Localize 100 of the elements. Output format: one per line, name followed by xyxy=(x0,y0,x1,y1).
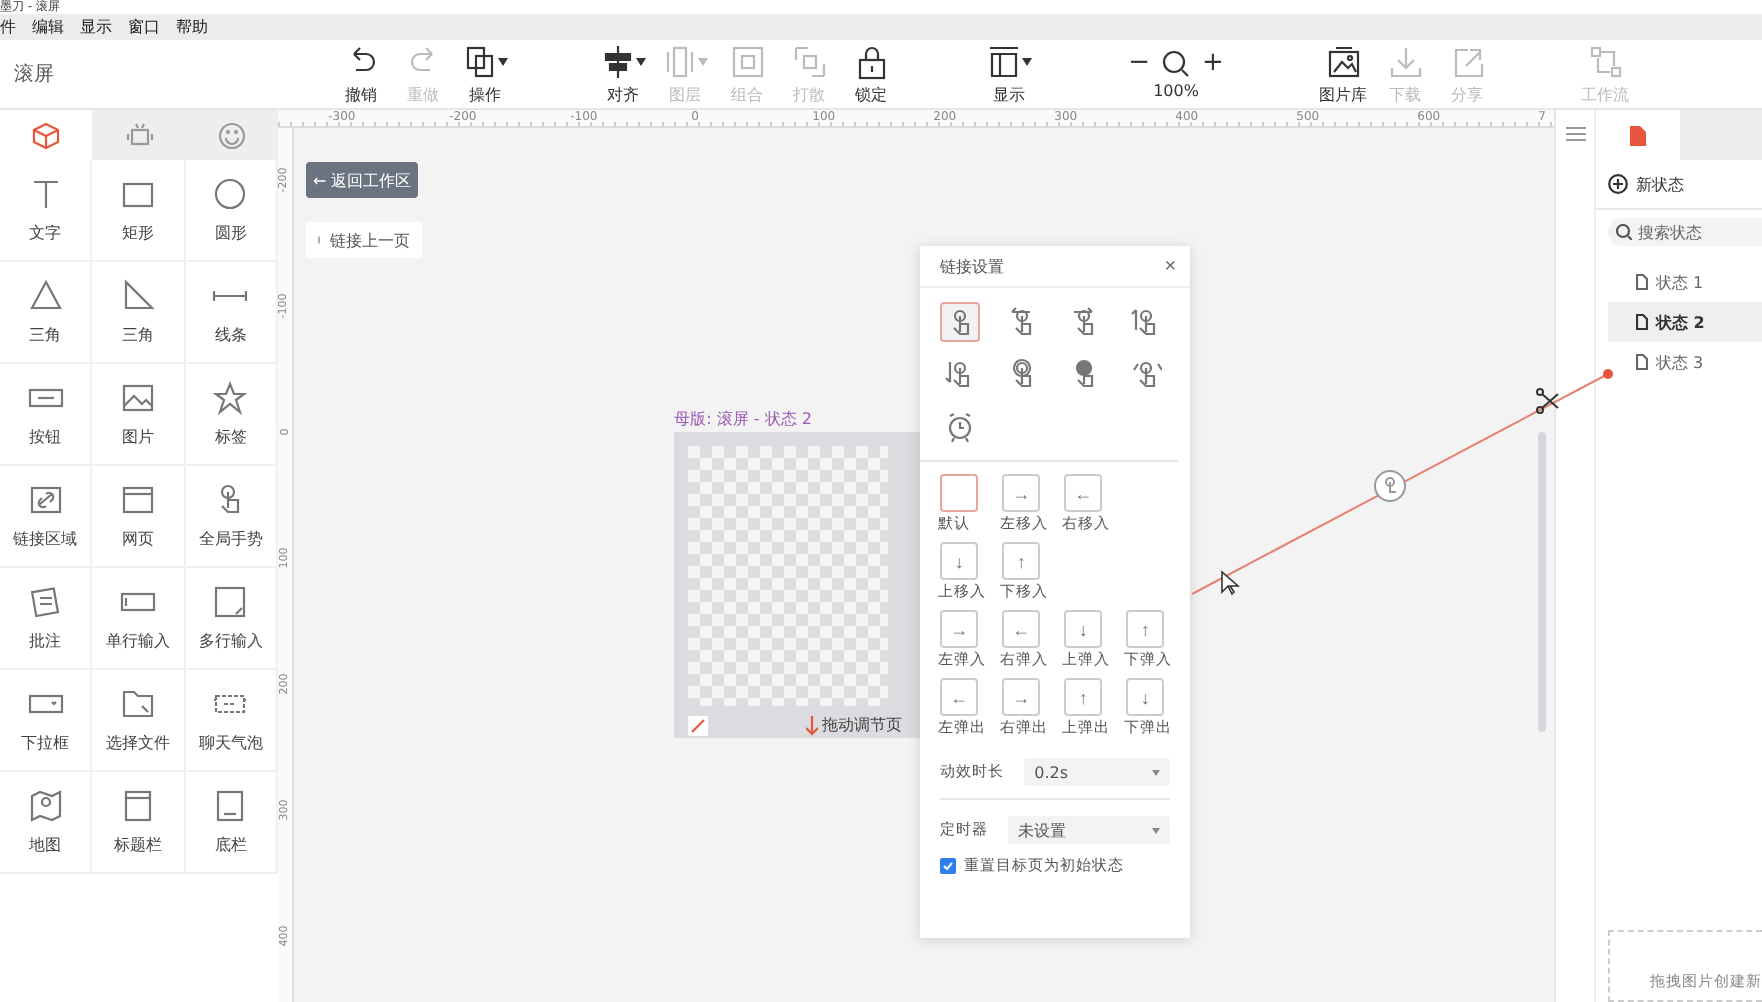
animation-option[interactable]: ← xyxy=(940,678,979,716)
document-icon xyxy=(1629,125,1646,145)
component-label[interactable]: 标签 xyxy=(214,426,247,448)
animation-option[interactable]: → xyxy=(1002,474,1041,512)
toolbar-button[interactable]: 锁定 xyxy=(840,43,902,105)
toolbar-button[interactable]: 撤销 xyxy=(330,43,392,105)
animation-option[interactable]: ↑ xyxy=(1002,542,1041,580)
search-field[interactable]: 搜索状态 xyxy=(1608,218,1762,246)
scissors-icon[interactable] xyxy=(1536,388,1559,414)
toolbar-button[interactable]: 操作 xyxy=(454,43,516,105)
component-label[interactable]: 图片 xyxy=(122,426,155,448)
component-label[interactable]: 下拉框 xyxy=(21,732,70,754)
shake-icon xyxy=(1130,358,1163,390)
master-label: 母版: 滚屏 - 状态 2 xyxy=(674,408,812,430)
sliders-icon xyxy=(1565,124,1586,144)
workflow-icon xyxy=(1587,43,1623,79)
component-label[interactable]: 选择文件 xyxy=(106,732,171,754)
align-icon xyxy=(600,43,636,79)
state-item[interactable]: 状态 1 xyxy=(1608,262,1762,302)
timer-select[interactable]: 未设置 xyxy=(1008,816,1171,844)
component-label[interactable]: 批注 xyxy=(29,630,62,652)
webpage-icon xyxy=(120,482,157,518)
page-icon xyxy=(1636,274,1648,290)
link-area-icon xyxy=(27,482,64,518)
toolbar-button[interactable]: 对齐 xyxy=(592,43,654,105)
back-to-workspace-button[interactable]: ← 返回工作区 xyxy=(306,162,419,198)
group-icon xyxy=(729,43,765,79)
checkbox[interactable] xyxy=(940,858,957,874)
component-label[interactable]: 三角 xyxy=(29,324,62,346)
copy-icon xyxy=(462,43,498,79)
caret-icon xyxy=(1152,827,1161,833)
note-icon xyxy=(27,584,64,620)
lock-icon xyxy=(853,43,889,79)
panel-tab[interactable] xyxy=(0,110,93,160)
scrollbar[interactable] xyxy=(1538,432,1547,732)
component-label[interactable]: 多行输入 xyxy=(198,630,263,652)
component-label[interactable]: 底栏 xyxy=(214,834,247,856)
component-label[interactable]: 线条 xyxy=(214,324,247,346)
map-icon xyxy=(27,788,64,824)
bottom-bar-icon xyxy=(212,788,249,824)
star-icon xyxy=(212,380,249,416)
component-label[interactable]: 网页 xyxy=(122,528,155,550)
component-label[interactable]: 单行输入 xyxy=(106,630,171,652)
animation-option[interactable]: ↑ xyxy=(1126,610,1165,648)
animation-option[interactable]: → xyxy=(1002,678,1041,716)
smiley-icon xyxy=(217,121,246,149)
down-arrow-icon xyxy=(806,715,819,735)
folder-icon xyxy=(120,686,157,722)
component-label[interactable]: 文字 xyxy=(29,222,62,244)
animation-option[interactable]: ↓ xyxy=(1126,678,1165,716)
drag-hint: 拖动调节页 xyxy=(822,714,903,736)
circle-icon xyxy=(212,176,249,212)
textarea-icon xyxy=(212,584,249,620)
animation-option[interactable]: ↓ xyxy=(940,542,979,580)
new-state-button[interactable]: 新状态 xyxy=(1596,160,1762,210)
gesture-option[interactable] xyxy=(940,302,981,342)
component-label[interactable]: 标题栏 xyxy=(114,834,163,856)
right-triangle-icon xyxy=(120,278,157,314)
toolbar-button[interactable]: 图片库 xyxy=(1312,43,1374,105)
component-label[interactable]: 地图 xyxy=(29,834,62,856)
tap-gesture-icon xyxy=(1374,470,1406,502)
page-name: 滚屏 xyxy=(12,61,56,88)
component-label[interactable]: 全局手势 xyxy=(198,528,263,550)
triangle-icon xyxy=(27,278,64,314)
zoom-in-button[interactable]: + xyxy=(1202,48,1224,78)
page-icon xyxy=(1636,354,1648,370)
pen-icon xyxy=(688,716,709,736)
toolbar-button[interactable]: 显示 xyxy=(978,43,1040,105)
component-label[interactable]: 聊天气泡 xyxy=(198,732,263,754)
animation-option[interactable]: ↑ xyxy=(1064,678,1103,716)
component-label[interactable]: 链接区域 xyxy=(13,528,78,550)
search-icon xyxy=(1162,49,1190,77)
plus-circle-icon xyxy=(1608,174,1628,194)
dialog-title: 链接设置 xyxy=(940,255,1005,277)
menu-item[interactable]: 帮助 xyxy=(176,16,208,38)
mouse-cursor-icon xyxy=(1221,570,1241,596)
download-icon xyxy=(1387,43,1423,79)
page-icon xyxy=(1636,314,1648,330)
menu-item[interactable]: 显示 xyxy=(80,16,112,38)
zoom-out-button[interactable]: − xyxy=(1128,48,1150,78)
share-icon xyxy=(1449,43,1485,79)
component-label[interactable]: 三角 xyxy=(122,324,155,346)
component-label[interactable]: 圆形 xyxy=(214,222,247,244)
state-item[interactable]: 状态 2 xyxy=(1608,302,1762,342)
menu-item[interactable]: 编辑 xyxy=(32,16,64,38)
close-button[interactable]: × xyxy=(1164,255,1177,277)
animation-option[interactable]: ← xyxy=(1064,474,1103,512)
menu-item[interactable]: 窗口 xyxy=(128,16,160,38)
animation-option[interactable]: → xyxy=(940,610,979,648)
layout-icon xyxy=(986,43,1022,79)
animation-option[interactable]: ← xyxy=(1002,610,1041,648)
line-icon xyxy=(212,290,249,302)
state-item[interactable]: 状态 3 xyxy=(1608,342,1762,382)
menu-item[interactable]: 件 xyxy=(0,16,16,38)
link-previous-page-button[interactable]: 链接上一页 xyxy=(306,222,423,258)
duration-select[interactable]: 0.2s xyxy=(1024,758,1171,786)
component-label[interactable]: 矩形 xyxy=(122,222,155,244)
robot-icon xyxy=(125,121,154,149)
component-label[interactable]: 按钮 xyxy=(29,426,62,448)
animation-option[interactable]: ↓ xyxy=(1064,610,1103,648)
